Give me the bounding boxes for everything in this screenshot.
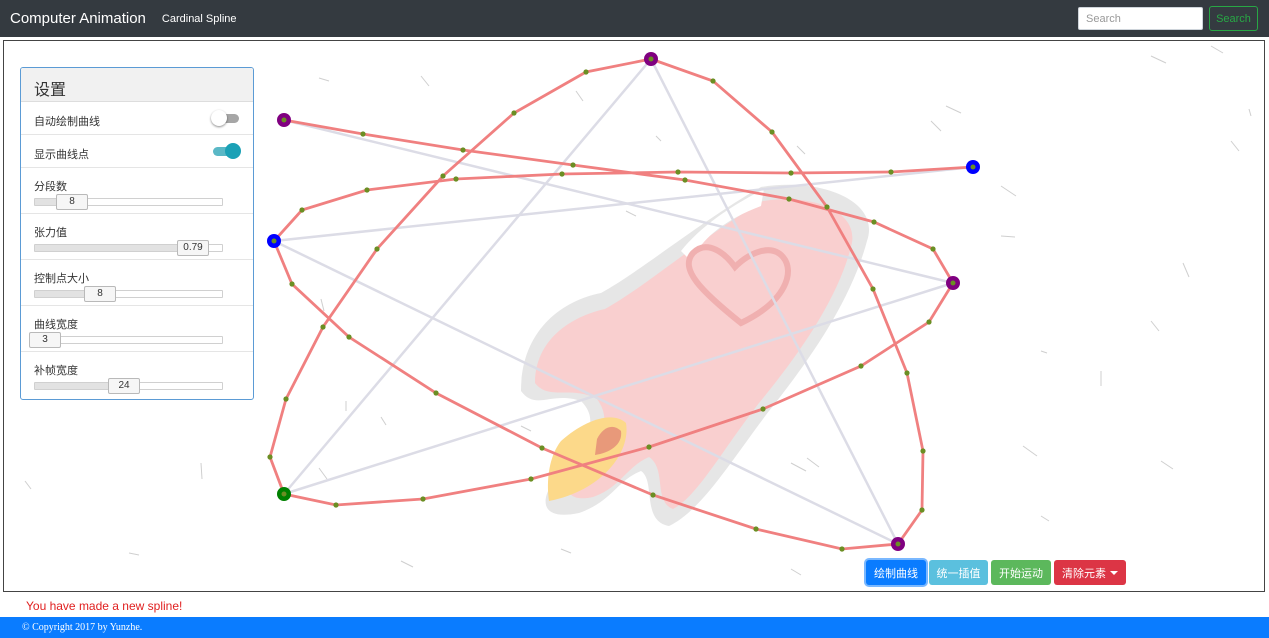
clear-elements-dropdown[interactable]: 清除元素 xyxy=(1054,560,1126,585)
status-message: You have made a new spline! xyxy=(26,599,183,613)
tension-row: 张力值 0.79 xyxy=(21,214,253,260)
settings-panel: 设置 自动绘制曲线 显示曲线点 分段数 8 张力值 0.79 控制点大小 8 曲… xyxy=(20,67,254,400)
frame-width-slider[interactable]: 24 xyxy=(34,378,223,394)
curve-width-slider[interactable]: 3 xyxy=(29,332,223,348)
segments-row: 分段数 8 xyxy=(21,168,253,214)
search-input[interactable] xyxy=(1078,7,1203,30)
settings-title: 设置 xyxy=(21,68,253,102)
brand-title[interactable]: Computer Animation xyxy=(10,10,146,27)
point-size-row: 控制点大小 8 xyxy=(21,260,253,306)
auto-draw-row: 自动绘制曲线 xyxy=(21,102,253,135)
control-point[interactable] xyxy=(277,487,291,501)
curve-width-label: 曲线宽度 xyxy=(34,319,78,331)
tension-slider[interactable]: 0.79 xyxy=(34,240,223,256)
footer: © Copyright 2017 by Yunzhe. xyxy=(0,617,1269,638)
control-point[interactable] xyxy=(966,160,980,174)
auto-draw-toggle[interactable] xyxy=(211,110,241,126)
point-size-slider[interactable]: 8 xyxy=(34,286,223,302)
frame-width-row: 补帧宽度 24 xyxy=(21,352,253,398)
segments-slider-thumb[interactable]: 8 xyxy=(56,194,88,210)
start-animation-button[interactable]: 开始运动 xyxy=(991,560,1051,585)
show-points-toggle[interactable] xyxy=(211,143,241,159)
curve-width-row: 曲线宽度 3 xyxy=(21,306,253,352)
segments-label: 分段数 xyxy=(34,181,67,193)
control-point[interactable] xyxy=(267,234,281,248)
show-points-row: 显示曲线点 xyxy=(21,135,253,168)
tension-slider-thumb[interactable]: 0.79 xyxy=(177,240,209,256)
point-size-slider-thumb[interactable]: 8 xyxy=(84,286,116,302)
control-point[interactable] xyxy=(644,52,658,66)
point-size-label: 控制点大小 xyxy=(34,273,89,285)
rocket-watermark xyxy=(521,184,870,526)
uniform-interpolate-button[interactable]: 统一插值 xyxy=(929,560,988,585)
caret-down-icon xyxy=(1110,571,1118,575)
segments-slider[interactable]: 8 xyxy=(34,194,223,210)
curve-width-slider-thumb[interactable]: 3 xyxy=(29,332,61,348)
tension-label: 张力值 xyxy=(34,227,67,239)
frame-width-label: 补帧宽度 xyxy=(34,365,78,377)
frame-width-slider-thumb[interactable]: 24 xyxy=(108,378,140,394)
control-point[interactable] xyxy=(891,537,905,551)
search-button[interactable]: Search xyxy=(1209,6,1258,31)
nav-link-cardinal-spline[interactable]: Cardinal Spline xyxy=(162,13,237,25)
clear-elements-label: 清除元素 xyxy=(1062,567,1106,580)
control-point[interactable] xyxy=(946,276,960,290)
draw-curve-button[interactable]: 绘制曲线 xyxy=(866,560,926,585)
control-point[interactable] xyxy=(277,113,291,127)
